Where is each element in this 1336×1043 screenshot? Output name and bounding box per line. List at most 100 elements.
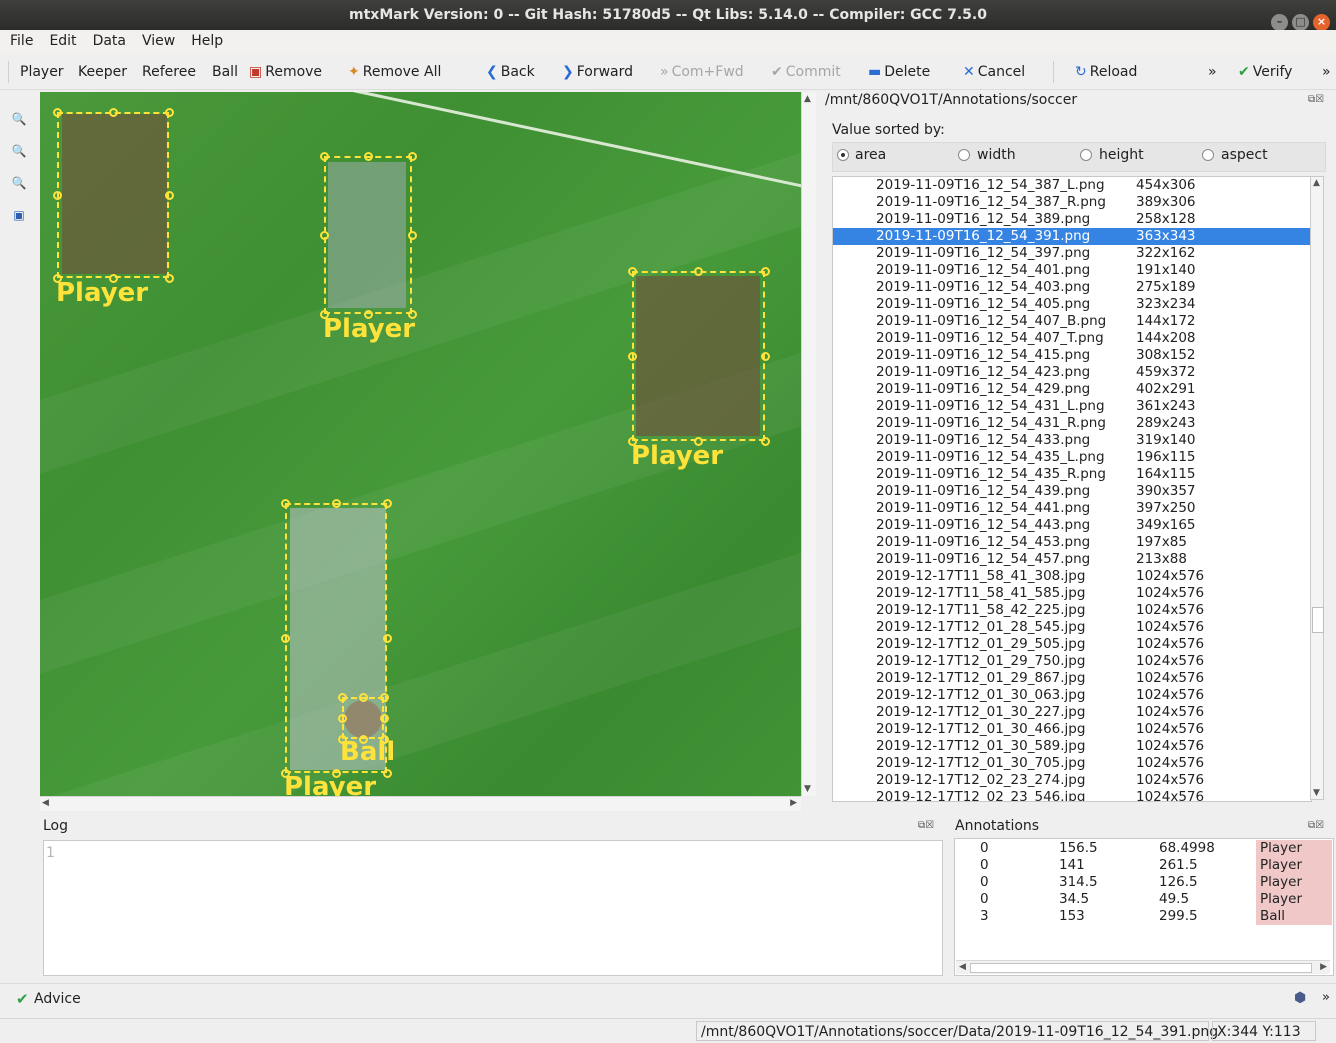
scroll-thumb[interactable]: [970, 963, 1312, 973]
canvas-horizontal-scrollbar[interactable]: ◀ ▶: [40, 796, 801, 811]
bbox-resize-handle[interactable]: [407, 309, 417, 319]
file-list-row[interactable]: 2019-11-09T16_12_54_443.png 349x165: [833, 517, 1311, 534]
player-bbox[interactable]: [324, 156, 412, 314]
referee-button[interactable]: Referee: [142, 55, 196, 89]
bbox-resize-handle[interactable]: [760, 266, 770, 276]
bbox-resize-handle[interactable]: [337, 713, 347, 723]
sort-aspect-radio[interactable]: [1202, 149, 1214, 161]
menu-view[interactable]: View: [132, 30, 181, 53]
cancel-button[interactable]: ✕ Cancel: [963, 55, 1025, 89]
bbox-resize-handle[interactable]: [694, 436, 703, 446]
ball-button[interactable]: Ball: [212, 55, 238, 89]
sort-height-radio[interactable]: [1080, 149, 1092, 161]
file-list-row[interactable]: 2019-11-09T16_12_54_401.png 191x140: [833, 262, 1311, 279]
annotation-row[interactable]: 3 153 299.5 Ball: [955, 908, 1333, 925]
menu-edit[interactable]: Edit: [39, 30, 82, 53]
bbox-resize-handle[interactable]: [164, 107, 174, 117]
zoom-reset-icon[interactable]: ▣: [8, 204, 30, 226]
file-list-row[interactable]: 2019-11-09T16_12_54_441.png 397x250: [833, 500, 1311, 517]
file-list-scrollbar[interactable]: ▲ ▼: [1310, 176, 1324, 800]
annotations-hscrollbar[interactable]: ◀ ▶: [956, 960, 1330, 974]
file-list-row[interactable]: 2019-12-17T12_01_30_705.jpg 1024x576: [833, 755, 1311, 772]
file-list-row[interactable]: 2019-12-17T12_01_30_063.jpg 1024x576: [833, 687, 1311, 704]
annotation-row[interactable]: 0 141 261.5 Player: [955, 857, 1333, 874]
bbox-resize-handle[interactable]: [52, 273, 62, 283]
bbox-resize-handle[interactable]: [52, 107, 62, 117]
file-list-row[interactable]: 2019-11-09T16_12_54_415.png 308x152: [833, 347, 1311, 364]
file-list-row[interactable]: 2019-12-17T12_01_30_589.jpg 1024x576: [833, 738, 1311, 755]
scroll-down-icon[interactable]: ▼: [1313, 788, 1320, 798]
bbox-resize-handle[interactable]: [379, 692, 389, 702]
file-list-row[interactable]: 2019-11-09T16_12_54_433.png 319x140: [833, 432, 1311, 449]
file-list-row[interactable]: 2019-11-09T16_12_54_431_R.png 289x243: [833, 415, 1311, 432]
file-list-row[interactable]: 2019-12-17T11_58_41_585.jpg 1024x576: [833, 585, 1311, 602]
close-icon[interactable]: ×: [1313, 14, 1330, 31]
file-list-row[interactable]: 2019-12-17T11_58_41_308.jpg 1024x576: [833, 568, 1311, 585]
bbox-resize-handle[interactable]: [627, 266, 637, 276]
bbox-resize-handle[interactable]: [358, 734, 368, 744]
comfwd-button[interactable]: » Com+Fwd: [660, 55, 744, 89]
annotation-row[interactable]: 0 156.5 68.4998 Player: [955, 840, 1333, 857]
file-list-row[interactable]: 2019-11-09T16_12_54_387_R.png 389x306: [833, 194, 1311, 211]
canvas-vertical-scrollbar[interactable]: ▲ ▼: [801, 92, 816, 796]
bbox-resize-handle[interactable]: [379, 713, 389, 723]
minimize-icon[interactable]: –: [1271, 14, 1288, 31]
remove-all-button[interactable]: ✦ Remove All: [348, 55, 441, 89]
file-list-row[interactable]: 2019-11-09T16_12_54_457.png 213x88: [833, 551, 1311, 568]
bbox-resize-handle[interactable]: [337, 734, 347, 744]
scroll-up-icon[interactable]: ▲: [804, 94, 811, 104]
bbox-resize-handle[interactable]: [760, 436, 770, 446]
file-list-row[interactable]: 2019-12-17T12_01_30_466.jpg 1024x576: [833, 721, 1311, 738]
file-list-row[interactable]: 2019-12-17T12_01_29_505.jpg 1024x576: [833, 636, 1311, 653]
file-list-row[interactable]: 2019-11-09T16_12_54_423.png 459x372: [833, 364, 1311, 381]
back-button[interactable]: ❮ Back: [486, 55, 535, 89]
bbox-resize-handle[interactable]: [407, 230, 417, 240]
bbox-resize-handle[interactable]: [382, 498, 392, 508]
scroll-right-icon[interactable]: ▶: [790, 798, 797, 808]
bbox-resize-handle[interactable]: [280, 768, 290, 778]
bbox-resize-handle[interactable]: [331, 768, 341, 778]
bbox-resize-handle[interactable]: [319, 230, 329, 240]
annotation-row[interactable]: 0 34.5 49.5 Player: [955, 891, 1333, 908]
file-list-row[interactable]: 2019-11-09T16_12_54_453.png 197x85: [833, 534, 1311, 551]
bbox-resize-handle[interactable]: [331, 498, 341, 508]
file-list-row[interactable]: 2019-11-09T16_12_54_403.png 275x189: [833, 279, 1311, 296]
bbox-resize-handle[interactable]: [382, 768, 392, 778]
file-list-row[interactable]: 2019-11-09T16_12_54_429.png 402x291: [833, 381, 1311, 398]
zoom-in-icon[interactable]: 🔍: [8, 140, 30, 162]
scroll-up-icon[interactable]: ▲: [1313, 178, 1320, 188]
package-icon[interactable]: ⬢: [1294, 990, 1306, 1006]
player-bbox[interactable]: [57, 112, 169, 278]
file-list-row[interactable]: 2019-11-09T16_12_54_391.png 363x343: [833, 228, 1311, 245]
scroll-left-icon[interactable]: ◀: [959, 962, 966, 972]
bbox-resize-handle[interactable]: [108, 273, 118, 283]
verify-button[interactable]: ✔ Verify: [1238, 55, 1292, 89]
menu-data[interactable]: Data: [83, 30, 132, 53]
file-list-row[interactable]: 2019-12-17T12_02_23_274.jpg 1024x576: [833, 772, 1311, 789]
bbox-resize-handle[interactable]: [52, 190, 62, 200]
file-list-row[interactable]: 2019-11-09T16_12_54_407_B.png 144x172: [833, 313, 1311, 330]
bbox-resize-handle[interactable]: [407, 151, 417, 161]
file-list-row[interactable]: 2019-12-17T12_01_29_867.jpg 1024x576: [833, 670, 1311, 687]
ball-bbox[interactable]: [342, 697, 384, 739]
panel-float-close-icons[interactable]: ⧉☒: [918, 820, 934, 831]
forward-button[interactable]: ❯ Forward: [562, 55, 633, 89]
delete-button[interactable]: ▬ Delete: [868, 55, 930, 89]
scroll-thumb[interactable]: [1312, 607, 1324, 633]
file-list-row[interactable]: 2019-11-09T16_12_54_439.png 390x357: [833, 483, 1311, 500]
file-list-row[interactable]: 2019-11-09T16_12_54_435_R.png 164x115: [833, 466, 1311, 483]
bbox-resize-handle[interactable]: [379, 734, 389, 744]
toolbar-overflow-1[interactable]: »: [1208, 55, 1217, 89]
file-list-row[interactable]: 2019-11-09T16_12_54_397.png 322x162: [833, 245, 1311, 262]
file-list-row[interactable]: 2019-12-17T12_01_30_227.jpg 1024x576: [833, 704, 1311, 721]
bbox-resize-handle[interactable]: [627, 351, 637, 361]
player-bbox[interactable]: [632, 271, 765, 441]
bbox-resize-handle[interactable]: [164, 190, 174, 200]
file-list-row[interactable]: 2019-12-17T12_01_28_545.jpg 1024x576: [833, 619, 1311, 636]
bbox-resize-handle[interactable]: [164, 273, 174, 283]
remove-button[interactable]: ▣ Remove: [249, 55, 322, 89]
bbox-resize-handle[interactable]: [337, 692, 347, 702]
menu-file[interactable]: File: [0, 30, 39, 53]
sort-area-radio[interactable]: [837, 149, 849, 161]
player-button[interactable]: Player: [20, 55, 64, 89]
